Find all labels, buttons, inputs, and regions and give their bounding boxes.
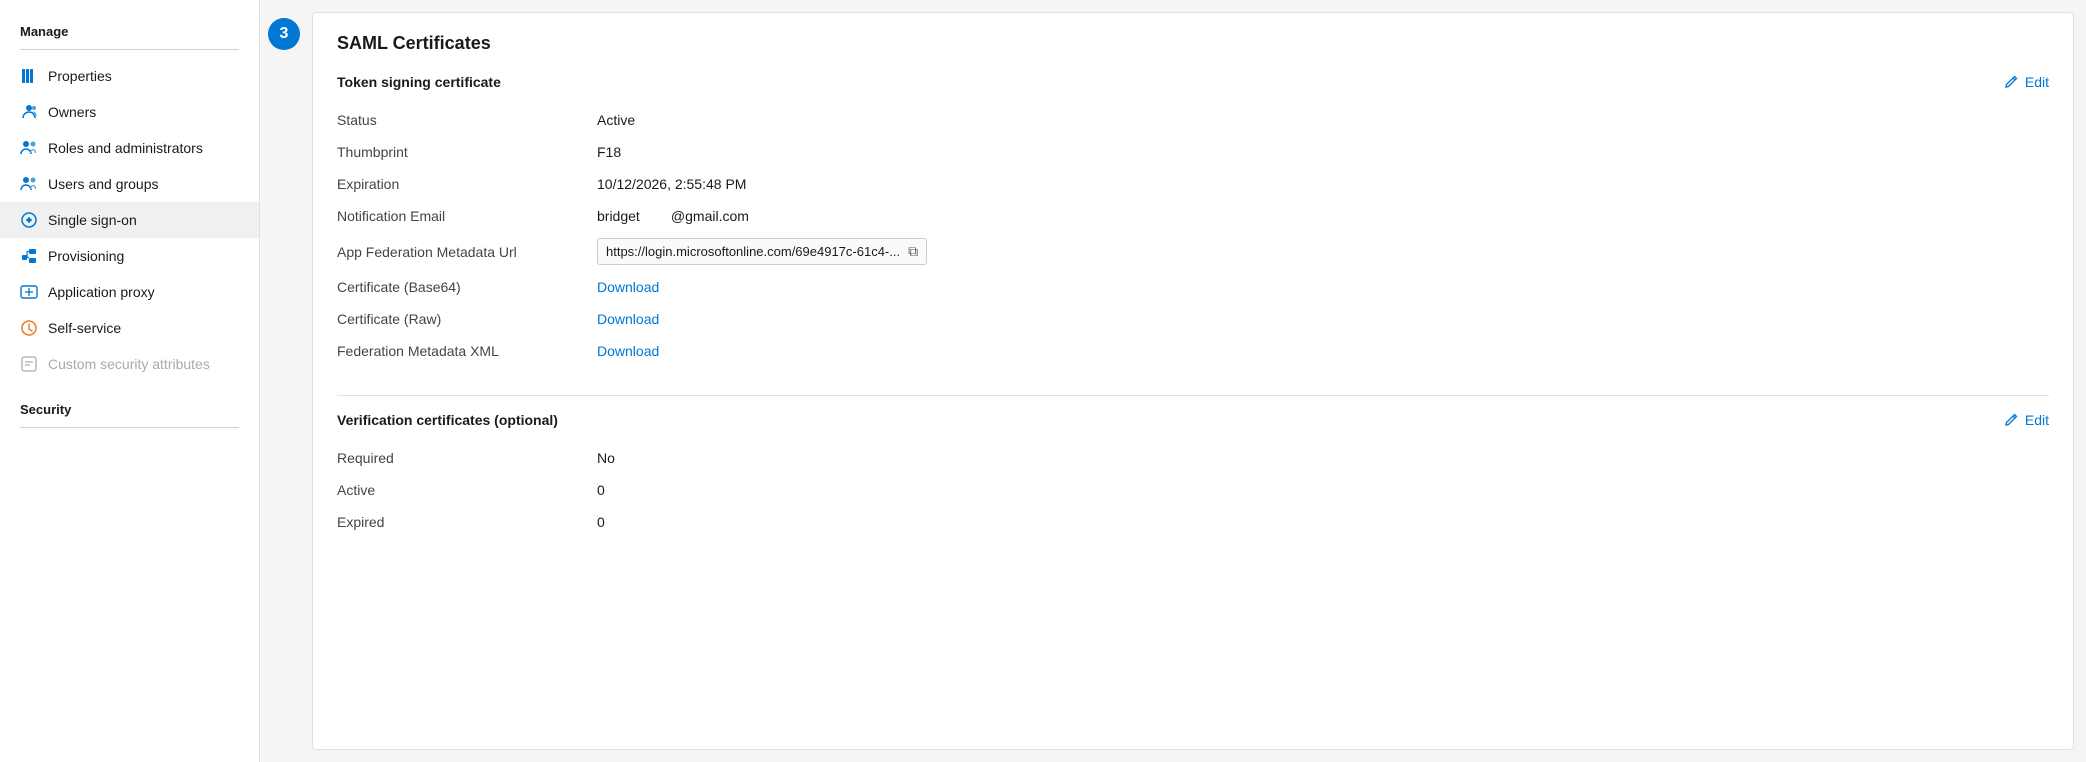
- sidebar-item-owners[interactable]: Owners: [0, 94, 259, 130]
- field-label-cert-raw: Certificate (Raw): [337, 311, 597, 327]
- owners-icon: [20, 103, 38, 121]
- field-row-federation-xml: Federation Metadata XML Download: [337, 335, 2049, 367]
- url-box-text: https://login.microsoftonline.com/69e491…: [606, 244, 900, 259]
- verification-edit-button[interactable]: Edit: [2003, 412, 2049, 428]
- app-proxy-icon: [20, 283, 38, 301]
- sidebar-item-label-owners: Owners: [48, 104, 96, 120]
- sidebar-item-label-roles: Roles and administrators: [48, 140, 203, 156]
- field-value-thumbprint: F18: [597, 144, 621, 160]
- field-row-expiration: Expiration 10/12/2026, 2:55:48 PM: [337, 168, 2049, 200]
- field-row-cert-base64: Certificate (Base64) Download: [337, 271, 2049, 303]
- main-wrapper: 3 SAML Certificates Token signing certif…: [260, 0, 2086, 762]
- token-signing-section: Token signing certificate Edit Status Ac…: [337, 74, 2049, 367]
- edit-pencil-icon: [2003, 74, 2019, 90]
- field-value-notification-email: bridget @gmail.com: [597, 208, 749, 224]
- field-row-notification-email: Notification Email bridget @gmail.com: [337, 200, 2049, 232]
- field-label-status: Status: [337, 112, 597, 128]
- properties-icon: [20, 67, 38, 85]
- manage-section-label: Manage: [0, 16, 259, 45]
- section-divider: [337, 395, 2049, 396]
- field-value-active: 0: [597, 482, 605, 498]
- users-icon: [20, 175, 38, 193]
- sidebar-item-self-service[interactable]: Self-service: [0, 310, 259, 346]
- sidebar-item-label-self-service: Self-service: [48, 320, 121, 336]
- sidebar-item-properties[interactable]: Properties: [0, 58, 259, 94]
- self-service-icon: [20, 319, 38, 337]
- field-label-cert-base64: Certificate (Base64): [337, 279, 597, 295]
- field-label-metadata-url: App Federation Metadata Url: [337, 244, 597, 260]
- custom-security-icon: [20, 355, 38, 373]
- sidebar-item-label-custom-security: Custom security attributes: [48, 356, 210, 372]
- field-label-thumbprint: Thumbprint: [337, 144, 597, 160]
- field-label-notification-email: Notification Email: [337, 208, 597, 224]
- field-label-federation-xml: Federation Metadata XML: [337, 343, 597, 359]
- field-value-expiration: 10/12/2026, 2:55:48 PM: [597, 176, 746, 192]
- verification-edit-pencil-icon: [2003, 412, 2019, 428]
- manage-divider: [20, 49, 239, 50]
- sso-icon: [20, 211, 38, 229]
- field-row-required: Required No: [337, 442, 2049, 474]
- sidebar-item-label-app-proxy: Application proxy: [48, 284, 155, 300]
- sidebar-item-label-sso: Single sign-on: [48, 212, 137, 228]
- content-area: SAML Certificates Token signing certific…: [312, 12, 2074, 750]
- sidebar: Manage Properties Owners: [0, 0, 260, 762]
- roles-icon: [20, 139, 38, 157]
- step-indicator: 3: [260, 0, 300, 762]
- field-value-required: No: [597, 450, 615, 466]
- verification-header: Verification certificates (optional) Edi…: [337, 412, 2049, 428]
- field-value-federation-xml-download[interactable]: Download: [597, 343, 659, 359]
- field-label-expiration: Expiration: [337, 176, 597, 192]
- security-section-label: Security: [0, 394, 259, 423]
- field-label-expired: Expired: [337, 514, 597, 530]
- field-row-thumbprint: Thumbprint F18: [337, 136, 2049, 168]
- verification-title: Verification certificates (optional): [337, 412, 558, 428]
- sidebar-item-application-proxy[interactable]: Application proxy: [0, 274, 259, 310]
- token-signing-header: Token signing certificate Edit: [337, 74, 2049, 90]
- sidebar-item-users-groups[interactable]: Users and groups: [0, 166, 259, 202]
- field-row-active: Active 0: [337, 474, 2049, 506]
- field-value-cert-raw-download[interactable]: Download: [597, 311, 659, 327]
- token-signing-title: Token signing certificate: [337, 74, 501, 90]
- section-title: SAML Certificates: [337, 33, 2049, 54]
- url-box: https://login.microsoftonline.com/69e491…: [597, 238, 927, 265]
- field-label-active: Active: [337, 482, 597, 498]
- sidebar-item-label-users: Users and groups: [48, 176, 159, 192]
- copy-icon[interactable]: ⧉: [908, 243, 918, 260]
- field-row-cert-raw: Certificate (Raw) Download: [337, 303, 2049, 335]
- verification-section: Verification certificates (optional) Edi…: [337, 412, 2049, 538]
- token-signing-edit-button[interactable]: Edit: [2003, 74, 2049, 90]
- field-value-cert-base64-download[interactable]: Download: [597, 279, 659, 295]
- step-badge: 3: [268, 18, 300, 50]
- sidebar-item-label-properties: Properties: [48, 68, 112, 84]
- field-label-required: Required: [337, 450, 597, 466]
- field-value-status: Active: [597, 112, 635, 128]
- sidebar-item-provisioning[interactable]: Provisioning: [0, 238, 259, 274]
- field-row-metadata-url: App Federation Metadata Url https://logi…: [337, 232, 2049, 271]
- field-value-expired: 0: [597, 514, 605, 530]
- sidebar-item-label-provisioning: Provisioning: [48, 248, 124, 264]
- field-row-expired: Expired 0: [337, 506, 2049, 538]
- sidebar-item-single-sign-on[interactable]: Single sign-on: [0, 202, 259, 238]
- security-divider: [20, 427, 239, 428]
- field-row-status: Status Active: [337, 104, 2049, 136]
- sidebar-item-roles-administrators[interactable]: Roles and administrators: [0, 130, 259, 166]
- provisioning-icon: [20, 247, 38, 265]
- sidebar-item-custom-security: Custom security attributes: [0, 346, 259, 382]
